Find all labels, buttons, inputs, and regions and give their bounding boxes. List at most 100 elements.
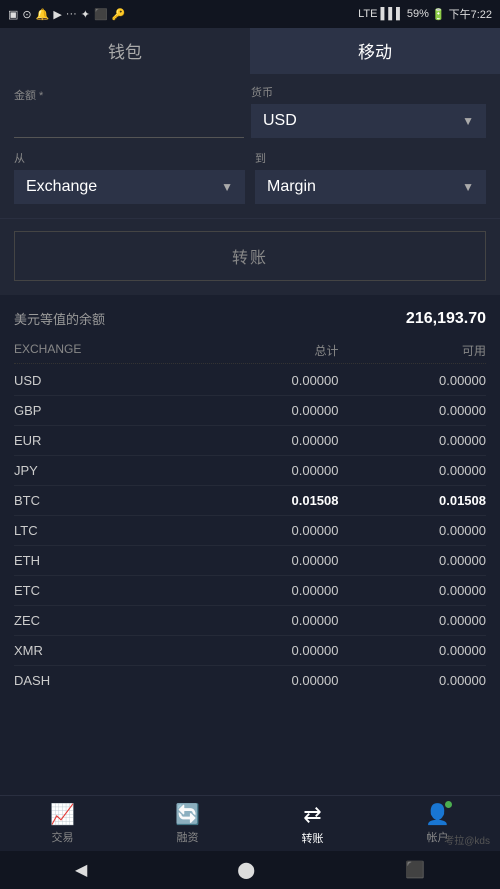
currency-value: USD	[263, 112, 297, 130]
cell-total: 0.00000	[191, 643, 339, 658]
from-to-row: 从 Exchange ▼ 到 Margin ▼	[14, 150, 486, 204]
cell-avail: 0.00000	[339, 463, 487, 478]
table-row: EUR0.000000.00000	[14, 426, 486, 456]
cell-avail: 0.00000	[339, 433, 487, 448]
balance-label: 美元等值的余额	[14, 309, 105, 328]
cell-total: 0.00000	[191, 403, 339, 418]
cell-avail: 0.00000	[339, 403, 487, 418]
watermark: 考拉@kds	[444, 832, 490, 847]
cell-total: 0.00000	[191, 373, 339, 388]
cell-total: 0.00000	[191, 553, 339, 568]
icon-play: ▶	[53, 8, 61, 21]
time: 下午7:22	[449, 6, 492, 22]
icon-menu: ▣	[8, 8, 18, 21]
balance-section: 美元等值的余额 216,193.70 EXCHANGE 总计 可用 USD0.0…	[0, 295, 500, 686]
to-col: 到 Margin ▼	[255, 150, 486, 204]
currency-dropdown[interactable]: USD ▼	[251, 104, 486, 138]
top-tabs: 钱包 移动	[0, 28, 500, 74]
table-row: LTC0.000000.00000	[14, 516, 486, 546]
from-value: Exchange	[26, 178, 97, 196]
table-header: EXCHANGE 总计 可用	[14, 338, 486, 364]
cell-asset-name: ZEC	[14, 613, 191, 628]
transfer-label: 转账	[302, 830, 324, 846]
currency-col: 货币 USD ▼	[251, 84, 486, 138]
amount-field-wrap: 金额 *	[14, 87, 244, 138]
icon-bell: 🔔	[36, 8, 50, 21]
icon-bluetooth: ✦	[81, 8, 90, 21]
to-value: Margin	[267, 178, 316, 196]
section-exchange-label: EXCHANGE	[14, 342, 191, 359]
recents-button[interactable]: ⬛	[405, 860, 425, 880]
cell-total: 0.00000	[191, 613, 339, 628]
battery-icon: 🔋	[432, 8, 446, 21]
home-button[interactable]: ⬤	[237, 860, 255, 880]
tab-mobile[interactable]: 移动	[250, 28, 500, 74]
currency-label: 货币	[251, 84, 486, 100]
funding-label: 融资	[177, 829, 199, 845]
balance-value: 216,193.70	[406, 310, 486, 328]
cell-total: 0.00000	[191, 523, 339, 538]
phone-nav-bar: ◀ ⬤ ⬛	[0, 851, 500, 889]
nav-item-trade[interactable]: 📈 交易	[0, 802, 125, 845]
cell-avail: 0.00000	[339, 643, 487, 658]
cell-avail: 0.00000	[339, 553, 487, 568]
account-online-dot	[445, 801, 452, 808]
icon-dots: ···	[66, 8, 77, 20]
nav-item-transfer[interactable]: ⇄ 转账	[250, 802, 375, 846]
transfer-icon: ⇄	[303, 802, 321, 828]
cell-avail: 0.00000	[339, 583, 487, 598]
cell-avail: 0.00000	[339, 373, 487, 388]
status-bar: ▣ ⊙ 🔔 ▶ ··· ✦ ⬛ 🔑 LTE ▌▌▌ 59% 🔋 下午7:22	[0, 0, 500, 28]
tab-wallet[interactable]: 钱包	[0, 28, 250, 74]
cell-asset-name: ETC	[14, 583, 191, 598]
col-avail-header: 可用	[339, 342, 487, 359]
to-dropdown[interactable]: Margin ▼	[255, 170, 486, 204]
asset-table: EXCHANGE 总计 可用 USD0.000000.00000GBP0.000…	[14, 338, 486, 686]
table-row: USD0.000000.00000	[14, 366, 486, 396]
cell-total: 0.00000	[191, 583, 339, 598]
balance-row: 美元等值的余额 216,193.70	[14, 309, 486, 328]
icon-nfc: ⬛	[94, 8, 108, 21]
asset-scroll-area[interactable]: USD0.000000.00000GBP0.000000.00000EUR0.0…	[14, 366, 486, 686]
nav-item-funding[interactable]: 🔄 融资	[125, 802, 250, 845]
signal-lte: LTE	[358, 8, 377, 20]
icon-key: 🔑	[112, 8, 126, 21]
icon-circle: ⊙	[22, 8, 31, 21]
transfer-button[interactable]: 转账	[14, 231, 486, 281]
transfer-btn-wrap: 转账	[0, 218, 500, 295]
status-right: LTE ▌▌▌ 59% 🔋 下午7:22	[358, 6, 492, 22]
amount-input[interactable]	[14, 107, 244, 138]
table-row: ETH0.000000.00000	[14, 546, 486, 576]
currency-arrow-icon: ▼	[462, 114, 474, 128]
cell-avail: 0.00000	[339, 523, 487, 538]
table-row: DASH0.000000.00000	[14, 666, 486, 686]
from-dropdown[interactable]: Exchange ▼	[14, 170, 245, 204]
amount-label: 金额 *	[14, 87, 244, 103]
table-row: GBP0.000000.00000	[14, 396, 486, 426]
cell-asset-name: LTC	[14, 523, 191, 538]
to-arrow-icon: ▼	[462, 180, 474, 194]
cell-avail: 0.00000	[339, 613, 487, 628]
cell-total: 0.00000	[191, 463, 339, 478]
cell-total: 0.01508	[191, 493, 339, 508]
from-arrow-icon: ▼	[221, 180, 233, 194]
cell-asset-name: USD	[14, 373, 191, 388]
to-label: 到	[255, 150, 486, 166]
cell-asset-name: JPY	[14, 463, 191, 478]
cell-asset-name: EUR	[14, 433, 191, 448]
back-button[interactable]: ◀	[75, 860, 87, 880]
cell-avail: 0.00000	[339, 673, 487, 686]
table-row: XMR0.000000.00000	[14, 636, 486, 666]
funding-icon: 🔄	[175, 802, 200, 827]
trade-icon: 📈	[50, 802, 75, 827]
bottom-nav: 📈 交易 🔄 融资 ⇄ 转账 👤 帐户	[0, 795, 500, 851]
from-label: 从	[14, 150, 245, 166]
cell-avail: 0.01508	[339, 493, 487, 508]
col-total-header: 总计	[191, 342, 339, 359]
table-row: ETC0.000000.00000	[14, 576, 486, 606]
cell-total: 0.00000	[191, 673, 339, 686]
from-col: 从 Exchange ▼	[14, 150, 245, 204]
battery-pct: 59%	[407, 8, 429, 20]
table-row: BTC0.015080.01508	[14, 486, 486, 516]
table-row: ZEC0.000000.00000	[14, 606, 486, 636]
